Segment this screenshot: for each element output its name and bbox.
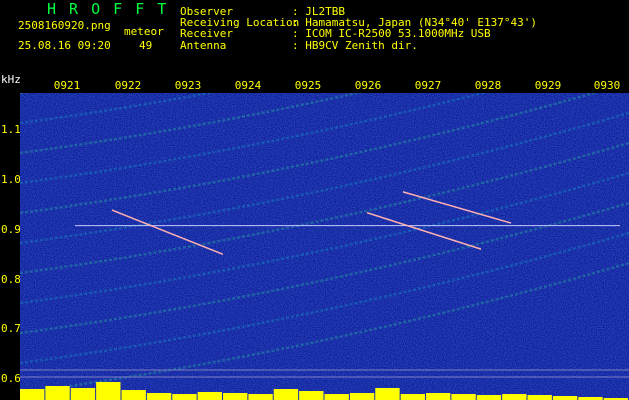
- activity-bar: [400, 394, 425, 400]
- y-tick: 0.8: [1, 273, 21, 286]
- x-tick: 0926: [354, 79, 382, 92]
- y-tick: 0.6: [1, 372, 21, 385]
- mode-label: meteor: [124, 25, 164, 38]
- activity-bar: [451, 394, 476, 400]
- x-tick: 0929: [534, 79, 562, 92]
- antenna-value: : HB9CV Zenith dir.: [292, 39, 418, 52]
- activity-bar: [248, 394, 273, 400]
- x-tick: 0927: [414, 79, 442, 92]
- activity-bar: [121, 390, 146, 400]
- activity-bar: [96, 382, 121, 400]
- activity-bar: [45, 386, 70, 400]
- activity-bar: [349, 393, 375, 400]
- activity-bar: [324, 394, 349, 400]
- y-tick: 1.0: [1, 173, 21, 186]
- activity-bar: [299, 391, 324, 400]
- y-tick: 0.7: [1, 322, 21, 335]
- activity-bar: [197, 392, 222, 400]
- x-tick: 0922: [114, 79, 142, 92]
- activity-bar: [146, 393, 172, 400]
- activity-bar: [527, 395, 552, 400]
- y-tick: 1.1: [1, 123, 21, 136]
- x-tick: 0923: [174, 79, 202, 92]
- y-axis-unit: kHz: [1, 73, 21, 86]
- spectrogram-plot: [20, 93, 629, 400]
- header-panel: H R O F F T 2508160920.png meteor 25.08.…: [0, 0, 629, 75]
- x-tick: 0928: [474, 79, 502, 92]
- activity-bar: [20, 389, 45, 400]
- activity-bar: [552, 396, 578, 400]
- activity-bar: [223, 393, 248, 400]
- meteor-count: 49: [139, 39, 153, 52]
- image-filename: 2508160920.png: [18, 19, 111, 32]
- activity-bar: [375, 388, 400, 400]
- antenna-label: Antenna: [180, 39, 227, 52]
- activity-bar: [273, 389, 299, 400]
- y-tick: 0.9: [1, 223, 21, 236]
- activity-bar: [476, 395, 502, 400]
- brand-title: H R O F F T: [47, 0, 169, 18]
- x-tick: 0930: [593, 79, 621, 92]
- x-tick: 0925: [294, 79, 322, 92]
- x-tick: 0924: [234, 79, 262, 92]
- activity-bar: [172, 394, 197, 400]
- activity-bar: [70, 388, 96, 400]
- activity-bar: [426, 393, 451, 400]
- capture-datetime: 25.08.16 09:20: [18, 39, 111, 52]
- activity-bar: [502, 394, 527, 400]
- x-tick: 0921: [53, 79, 81, 92]
